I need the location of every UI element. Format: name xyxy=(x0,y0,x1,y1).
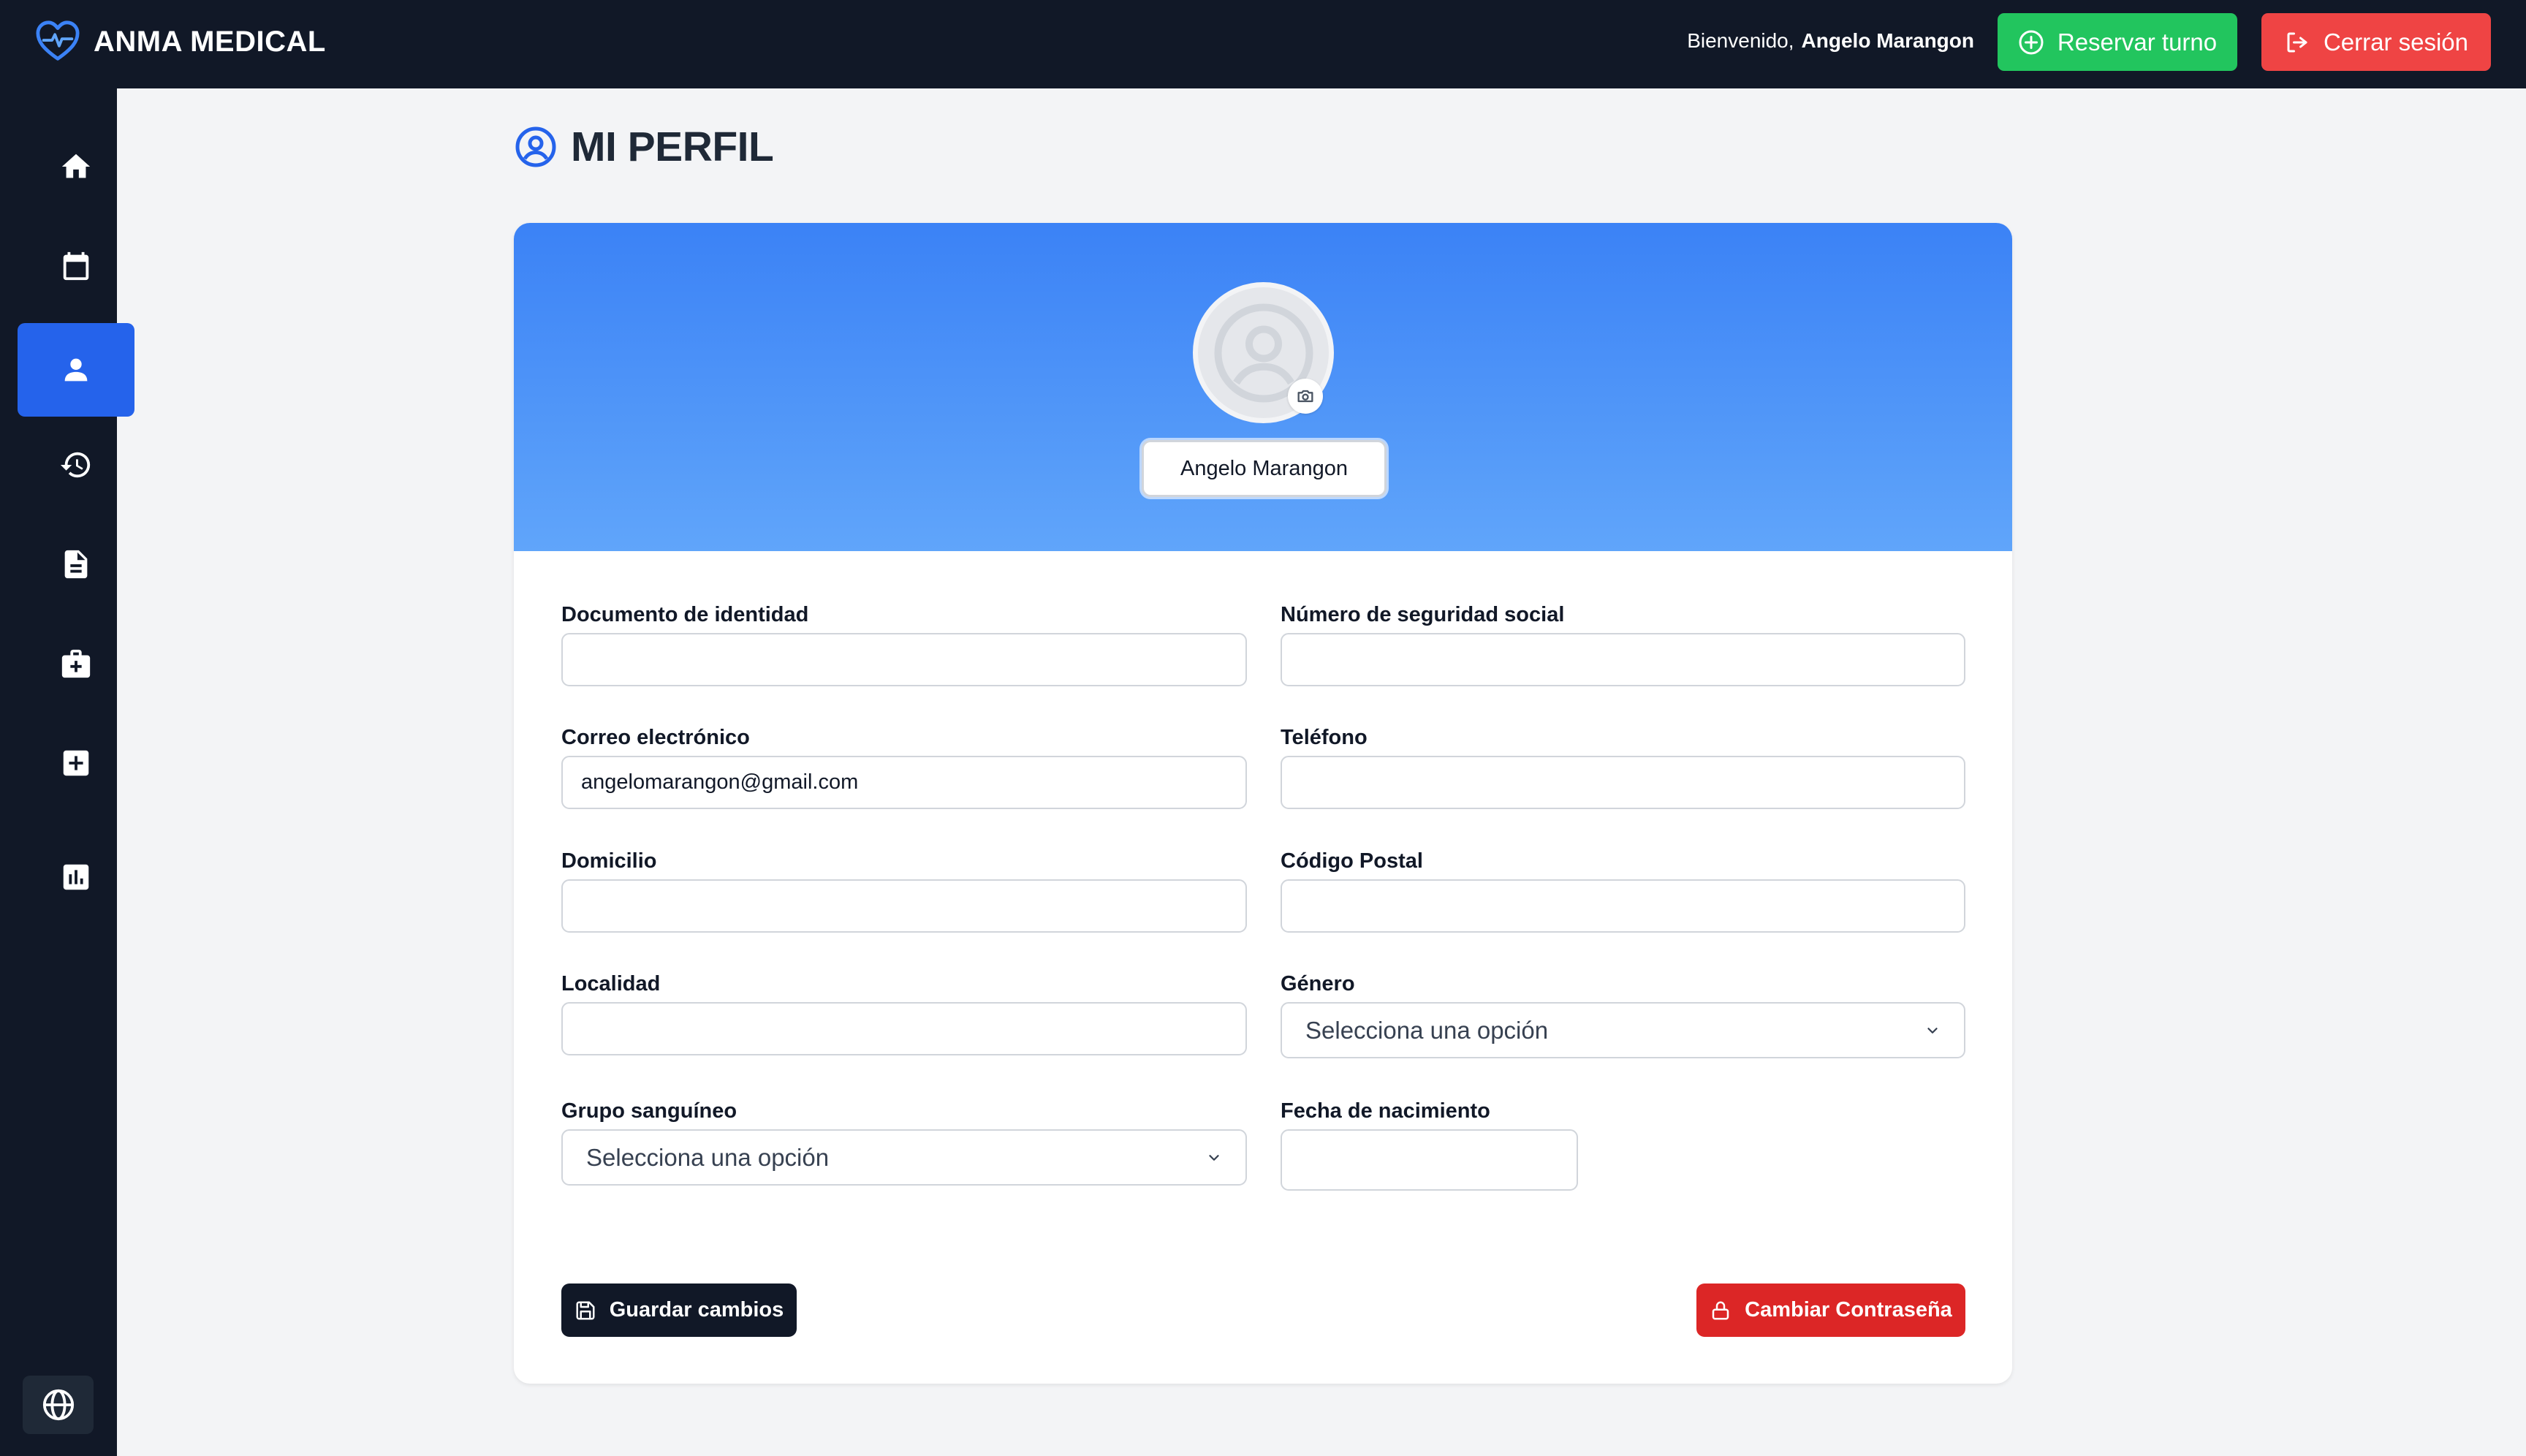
save-changes-button[interactable]: Guardar cambios xyxy=(561,1284,797,1337)
profile-header xyxy=(514,223,2012,551)
logout-label: Cerrar sesión xyxy=(2323,28,2469,56)
logout-icon xyxy=(2287,32,2307,52)
domicilio-label: Domicilio xyxy=(561,849,657,873)
heart-pulse-logo-icon xyxy=(36,20,80,61)
genero-select-value: Selecciona una opción xyxy=(1305,1016,1549,1044)
welcome-user-name: Angelo Marangon xyxy=(1801,29,1974,52)
profile-card: Documento de identidad Número de segurid… xyxy=(514,223,2012,1384)
sidebar-item-profile[interactable] xyxy=(18,323,134,417)
document-icon xyxy=(64,550,88,579)
camera-icon xyxy=(1297,390,1313,403)
medical-cross-icon xyxy=(63,750,89,776)
seguridad-social-input[interactable] xyxy=(1281,633,1965,686)
page-title-text: MI PERFIL xyxy=(571,124,774,170)
change-password-label: Cambiar Contraseña xyxy=(1745,1298,1952,1322)
save-icon xyxy=(576,1301,595,1319)
globe-icon xyxy=(42,1389,74,1421)
grupo-sanguineo-label: Grupo sanguíneo xyxy=(561,1099,737,1123)
change-password-button[interactable]: Cambiar Contraseña xyxy=(1696,1284,1965,1337)
reserve-appointment-label: Reservar turno xyxy=(2057,28,2218,56)
fecha-nacimiento-input[interactable] xyxy=(1281,1129,1578,1191)
welcome-prefix: Bienvenido, xyxy=(1687,29,1794,52)
save-changes-label: Guardar cambios xyxy=(609,1298,784,1322)
documento-input[interactable] xyxy=(561,633,1247,686)
medical-kit-icon xyxy=(61,649,91,678)
sidebar-item-calendar[interactable] xyxy=(18,219,134,313)
seguridad-social-label: Número de seguridad social xyxy=(1281,603,1565,626)
sidebar-item-medical-kit[interactable] xyxy=(18,617,134,710)
chevron-down-icon xyxy=(1209,1154,1219,1161)
sidebar-item-history[interactable] xyxy=(18,418,134,512)
sidebar xyxy=(0,88,134,1456)
language-button[interactable] xyxy=(23,1376,94,1434)
localidad-label: Localidad xyxy=(561,972,661,996)
grupo-sanguineo-select[interactable]: Selecciona una opción xyxy=(561,1129,1247,1186)
page-title: MI PERFIL xyxy=(514,123,774,171)
grupo-sanguineo-select-value: Selecciona una opción xyxy=(586,1143,830,1171)
display-name-input[interactable] xyxy=(1142,440,1387,497)
history-icon xyxy=(60,452,91,478)
sidebar-item-medical[interactable] xyxy=(18,716,134,810)
plus-circle-icon xyxy=(2019,30,2044,54)
telefono-label: Teléfono xyxy=(1281,726,1368,749)
reserve-appointment-button[interactable]: Reservar turno xyxy=(1998,13,2237,71)
brand[interactable]: ANMA MEDICAL xyxy=(35,19,326,64)
codigo-postal-label: Código Postal xyxy=(1281,849,1423,873)
sidebar-item-documents[interactable] xyxy=(18,517,134,611)
chart-icon xyxy=(63,864,89,890)
genero-select[interactable]: Selecciona una opción xyxy=(1281,1002,1965,1058)
logout-button[interactable]: Cerrar sesión xyxy=(2261,13,2491,71)
telefono-input[interactable] xyxy=(1281,756,1965,809)
correo-label: Correo electrónico xyxy=(561,726,750,749)
sidebar-item-home[interactable] xyxy=(18,120,134,213)
domicilio-input[interactable] xyxy=(561,879,1247,933)
top-navbar: ANMA MEDICAL Bienvenido, Angelo Marangon… xyxy=(0,0,2526,88)
correo-input[interactable] xyxy=(561,756,1247,809)
sidebar-item-reports[interactable] xyxy=(18,830,134,924)
home-icon xyxy=(61,153,91,178)
documento-label: Documento de identidad xyxy=(561,603,809,626)
chevron-down-icon xyxy=(1927,1027,1938,1034)
change-photo-button[interactable] xyxy=(1288,379,1323,414)
brand-name: ANMA MEDICAL xyxy=(94,25,326,58)
user-circle-icon xyxy=(515,126,556,167)
codigo-postal-input[interactable] xyxy=(1281,879,1965,933)
calendar-icon xyxy=(63,251,89,281)
genero-label: Género xyxy=(1281,972,1355,996)
welcome-message: Bienvenido, Angelo Marangon xyxy=(1687,29,1974,53)
fecha-nacimiento-label: Fecha de nacimiento xyxy=(1281,1099,1490,1123)
lock-icon xyxy=(1712,1301,1729,1319)
localidad-input[interactable] xyxy=(561,1002,1247,1055)
user-icon xyxy=(64,358,88,382)
